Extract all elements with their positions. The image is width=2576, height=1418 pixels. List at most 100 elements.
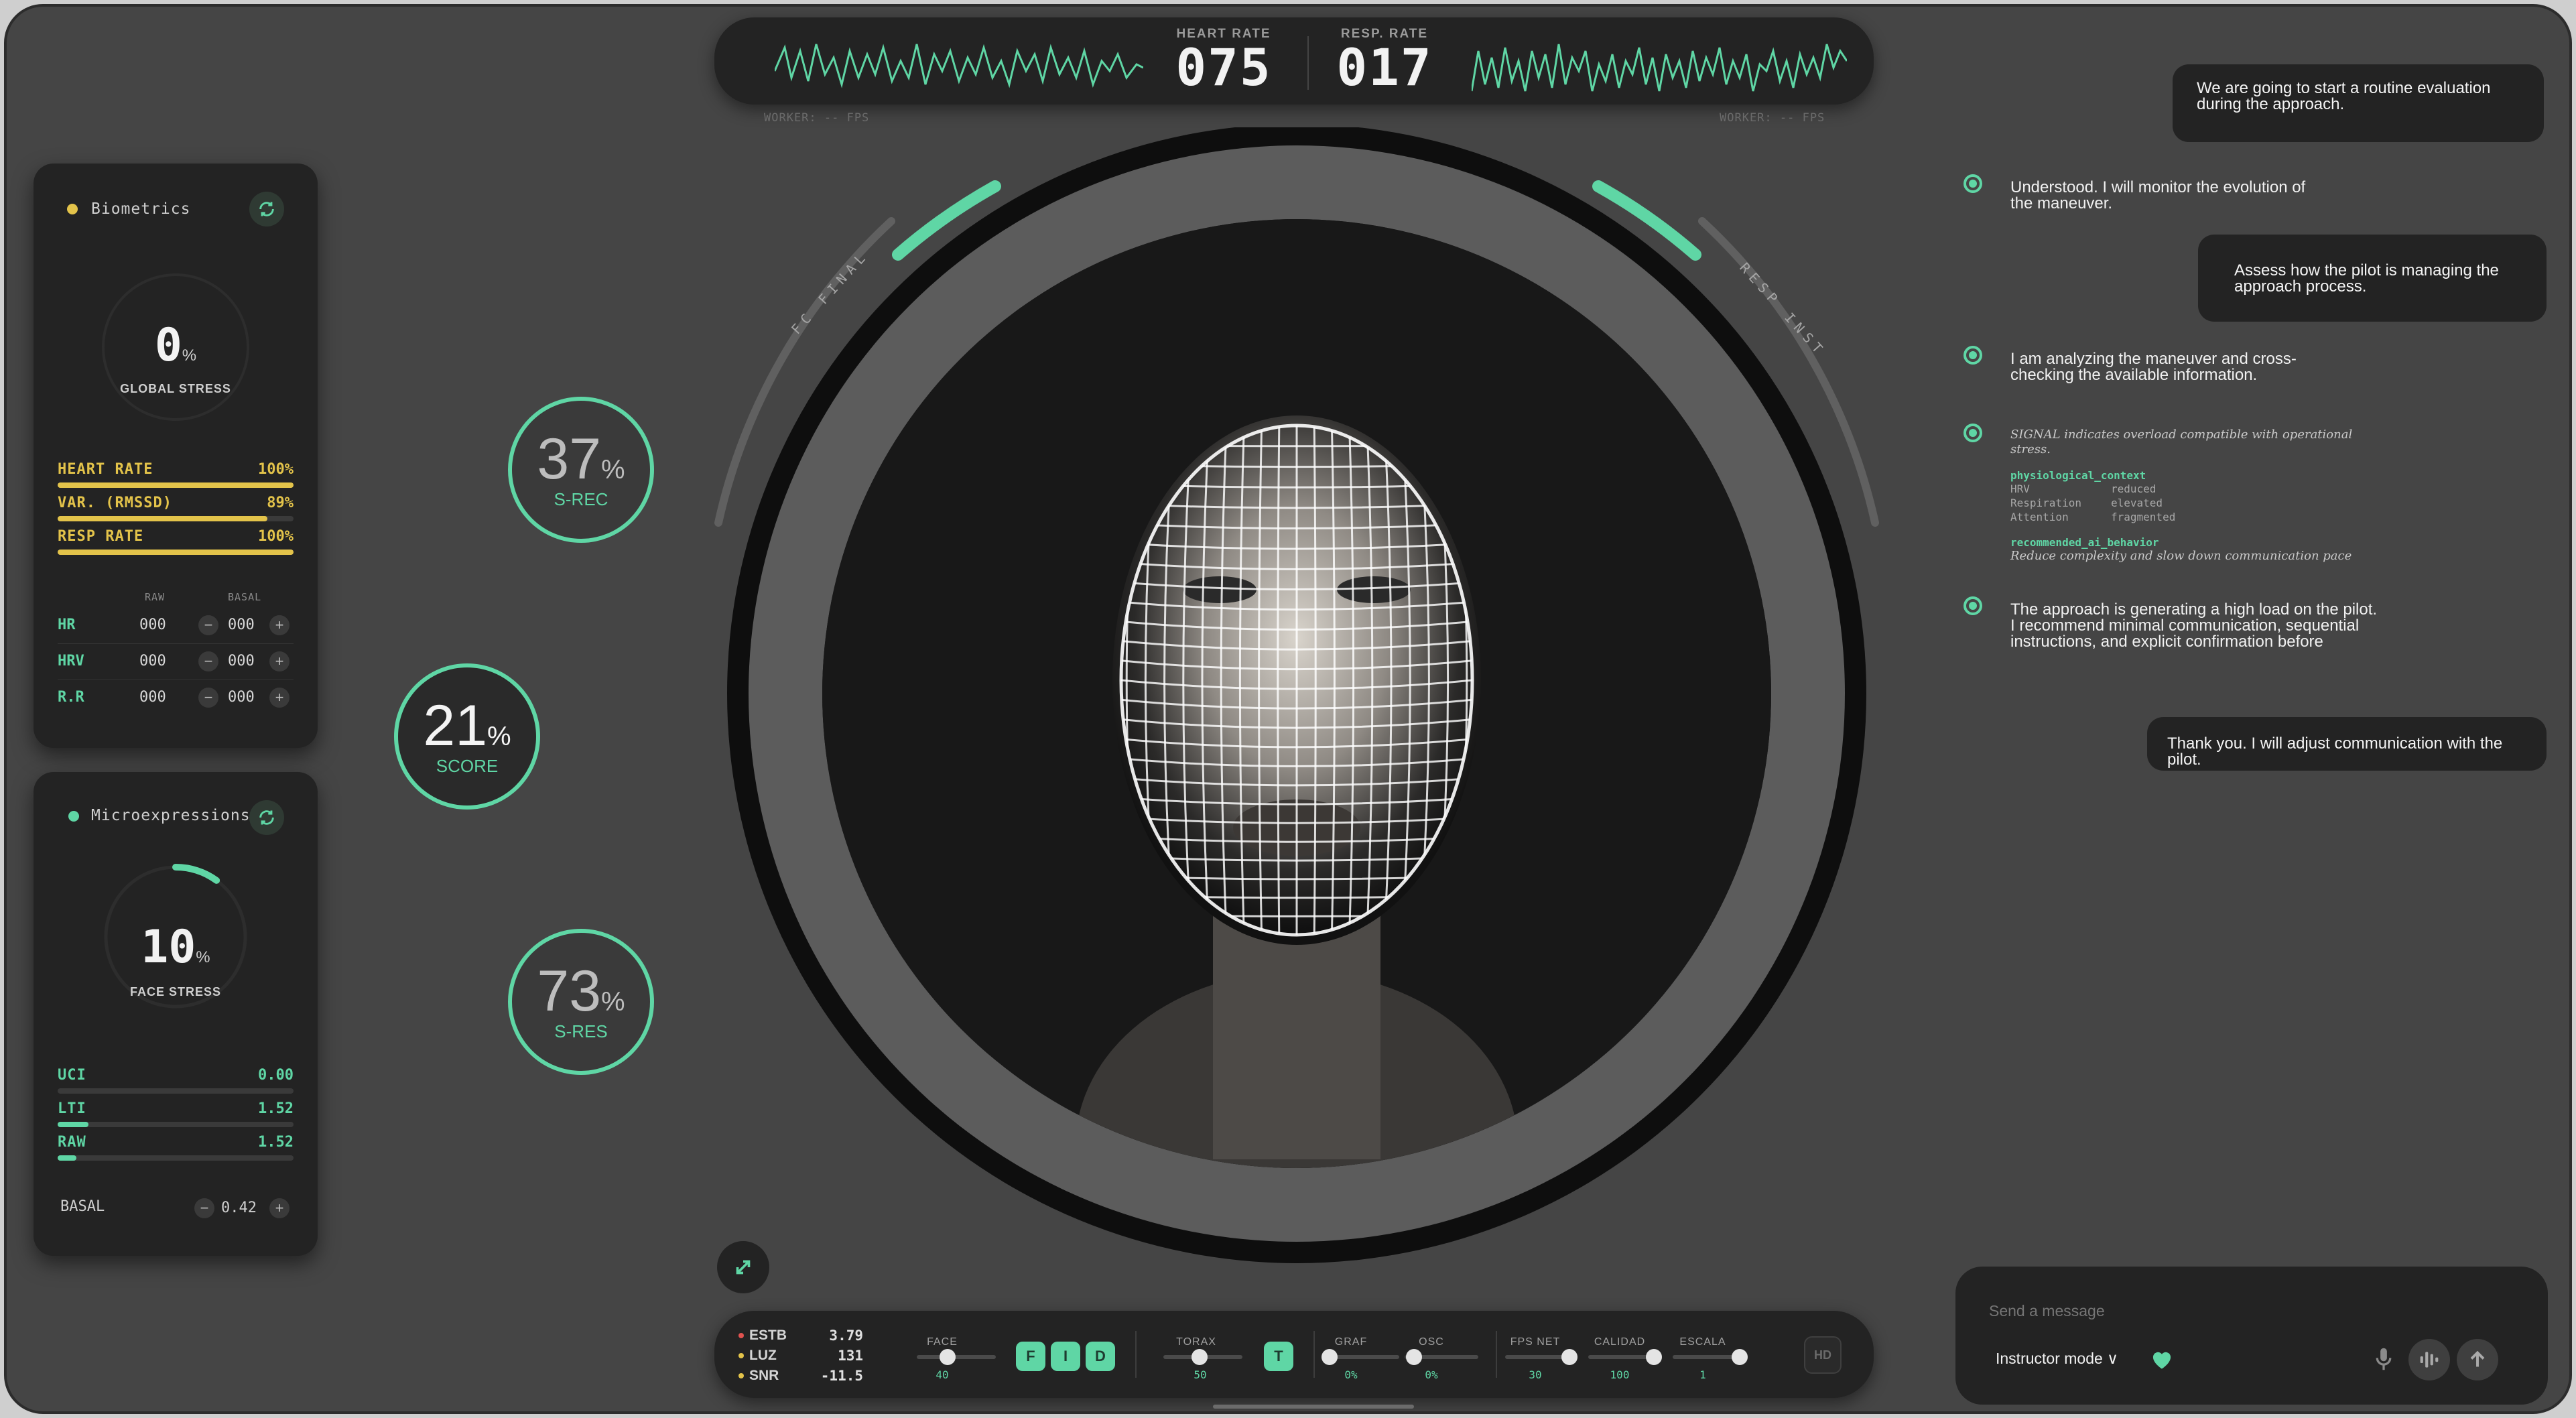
mode-selector[interactable]: Instructor mode ∨ bbox=[1996, 1350, 2118, 1368]
global-stress-unit: % bbox=[182, 346, 197, 365]
face-slider-label: FACE bbox=[927, 1336, 958, 1348]
status-name: LUZ bbox=[749, 1348, 777, 1363]
message-input[interactable] bbox=[1989, 1297, 2498, 1324]
graf-slider-knob[interactable] bbox=[1322, 1349, 1338, 1365]
escala-slider-knob[interactable] bbox=[1732, 1349, 1748, 1365]
fps-net-label: FPS NET bbox=[1510, 1336, 1561, 1348]
torax-slider-value: 50 bbox=[1194, 1368, 1207, 1381]
expand-button[interactable] bbox=[717, 1241, 769, 1293]
metric-bar-track bbox=[58, 1122, 294, 1127]
calidad-label: CALIDAD bbox=[1594, 1336, 1646, 1348]
assistant-icon bbox=[1963, 174, 1982, 193]
row-label: HR bbox=[58, 617, 76, 633]
metric-value: 100% bbox=[258, 461, 294, 478]
micro-basal-increment[interactable]: + bbox=[269, 1198, 289, 1218]
refresh-icon bbox=[259, 202, 274, 216]
escala-label: ESCALA bbox=[1679, 1336, 1726, 1348]
message-composer: Instructor mode ∨ bbox=[1955, 1267, 2548, 1405]
hd-button[interactable]: HD bbox=[1804, 1336, 1842, 1374]
row-basal-value: 000 bbox=[228, 653, 255, 669]
graf-slider-label: GRAF bbox=[1334, 1336, 1368, 1348]
status-dot bbox=[738, 1333, 744, 1338]
biometrics-refresh-button[interactable] bbox=[249, 192, 284, 227]
heart-icon[interactable] bbox=[2150, 1348, 2174, 1373]
score-unit: % bbox=[487, 721, 511, 751]
basal-increment[interactable]: + bbox=[269, 651, 289, 671]
fps-net-slider-knob[interactable] bbox=[1561, 1349, 1577, 1365]
context-row: Attention fragmented bbox=[2010, 510, 2359, 524]
front-view-button[interactable]: F bbox=[1016, 1342, 1045, 1371]
basal-decrement[interactable]: − bbox=[198, 688, 218, 708]
biometrics-title: Biometrics bbox=[91, 200, 191, 218]
osc-slider-knob[interactable] bbox=[1406, 1349, 1422, 1365]
left-view-button[interactable]: I bbox=[1051, 1342, 1080, 1371]
context-row: HRV reduced bbox=[2010, 482, 2359, 496]
recommended-behavior-text: Reduce complexity and slow down communic… bbox=[2010, 549, 2352, 563]
micro-basal-label: BASAL bbox=[60, 1198, 105, 1215]
graf-slider-value: 0% bbox=[1344, 1368, 1358, 1381]
home-indicator bbox=[1213, 1405, 1414, 1409]
row-label: HRV bbox=[58, 653, 84, 669]
metric-name: VAR. (RMSSD) bbox=[58, 495, 172, 511]
metric-bar-fill bbox=[58, 516, 268, 521]
col-head-raw: RAW bbox=[145, 591, 166, 603]
osc-slider-value: 0% bbox=[1425, 1368, 1438, 1381]
context-value: elevated bbox=[2111, 497, 2163, 509]
assistant-reply-3: SIGNAL indicates overload compatible wit… bbox=[2010, 428, 2359, 564]
send-button[interactable] bbox=[2457, 1339, 2498, 1380]
assistant-icon bbox=[1963, 424, 1982, 442]
user-message-2: Assess how the pilot is managing the app… bbox=[2198, 235, 2547, 322]
basal-decrement[interactable]: − bbox=[198, 651, 218, 671]
status-dot bbox=[738, 1353, 744, 1358]
row-raw-value: 000 bbox=[139, 617, 166, 633]
status-value: 131 bbox=[838, 1348, 863, 1364]
right-view-button[interactable]: D bbox=[1086, 1342, 1115, 1371]
micro-refresh-button[interactable] bbox=[249, 800, 284, 835]
calidad-value: 100 bbox=[1610, 1368, 1630, 1381]
microphone-icon[interactable] bbox=[2375, 1346, 2392, 1376]
assistant-reply-4: The approach is generating a high load o… bbox=[2010, 602, 2378, 650]
voice-mode-button[interactable] bbox=[2408, 1339, 2450, 1380]
torax-button[interactable]: T bbox=[1264, 1342, 1293, 1371]
basal-increment[interactable]: + bbox=[269, 615, 289, 635]
metric-value: 100% bbox=[258, 528, 294, 545]
row-raw-value: 000 bbox=[139, 689, 166, 706]
worker-fps-left: WORKER: -- FPS bbox=[764, 111, 870, 125]
micro-basal-decrement[interactable]: − bbox=[194, 1198, 214, 1218]
metric-name: RAW bbox=[58, 1134, 86, 1151]
metric-bar-fill bbox=[58, 1122, 88, 1127]
basal-increment[interactable]: + bbox=[269, 688, 289, 708]
status-name: ESTB bbox=[749, 1328, 787, 1343]
escala-slider-track[interactable] bbox=[1673, 1355, 1740, 1359]
face-slider-value: 40 bbox=[936, 1368, 949, 1381]
metric-name: HEART RATE bbox=[58, 461, 153, 478]
metric-bar-track bbox=[58, 482, 294, 488]
metric-value: 89% bbox=[267, 495, 294, 511]
calidad-slider-knob[interactable] bbox=[1646, 1349, 1662, 1365]
context-key: HRV bbox=[2010, 482, 2030, 495]
resp-rate-waveform bbox=[1472, 44, 1847, 92]
basal-decrement[interactable]: − bbox=[198, 615, 218, 635]
row-basal-value: 000 bbox=[228, 617, 255, 633]
metric-name: LTI bbox=[58, 1100, 86, 1117]
assistant-reply-1: Understood. I will monitor the evolution… bbox=[2010, 178, 2306, 212]
resp-inst-label: RESP INST bbox=[1736, 259, 1829, 360]
face-slider-track[interactable] bbox=[917, 1355, 996, 1359]
recommended-behavior-key: recommended_ai_behavior bbox=[2010, 536, 2159, 549]
torax-slider-label: TORAX bbox=[1176, 1336, 1216, 1348]
s-rec-value: 37 bbox=[537, 426, 602, 491]
assistant-icon bbox=[1963, 346, 1982, 365]
metric-bar-track bbox=[58, 1088, 294, 1094]
physiological-context-key: physiological_context bbox=[2010, 469, 2146, 482]
vitals-divider bbox=[1307, 36, 1309, 90]
context-key: Respiration bbox=[2010, 497, 2081, 509]
biometrics-status-dot bbox=[67, 204, 78, 214]
calidad-slider-track[interactable] bbox=[1588, 1355, 1655, 1359]
face-slider-knob[interactable] bbox=[940, 1349, 956, 1365]
expand-icon bbox=[736, 1260, 751, 1275]
torax-slider-knob[interactable] bbox=[1192, 1349, 1208, 1365]
control-bar: ESTB 3.79 LUZ 131 SNR -11.5 FACE 40 F I … bbox=[714, 1311, 1874, 1398]
col-head-basal: BASAL bbox=[228, 591, 262, 603]
row-divider bbox=[58, 643, 294, 644]
micro-title: Microexpressions bbox=[91, 807, 251, 824]
